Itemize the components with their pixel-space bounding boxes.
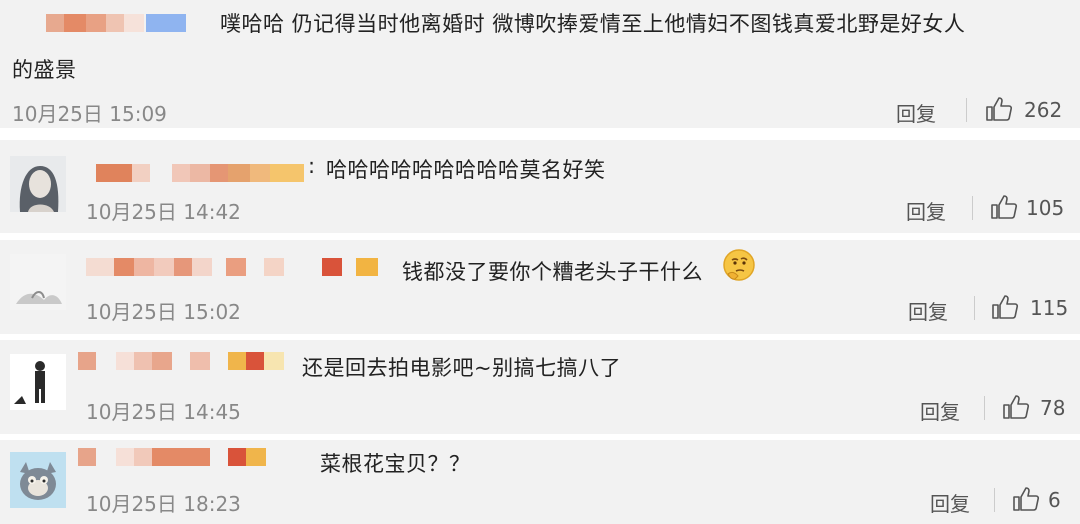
- comment-text: 噗哈哈 仍记得当时他离婚时 微博吹捧爱情至上他情妇不图钱真爱北野是好女人: [220, 12, 966, 36]
- reply-button[interactable]: 回复: [920, 396, 960, 425]
- reply-separator: :: [308, 154, 316, 178]
- reply-text: 哈哈哈哈哈哈哈哈哈莫名好笑: [326, 158, 606, 182]
- username-mosaic[interactable]: [78, 352, 288, 370]
- comment-timestamp: 10月25日 15:09: [12, 102, 167, 126]
- reply-card: 钱都没了要你个糟老头子干什么 10月25日 15:02 回复 115: [0, 240, 1080, 334]
- thumbs-up-icon[interactable]: [985, 96, 1013, 122]
- comment-card: 噗哈哈 仍记得当时他离婚时 微博吹捧爱情至上他情妇不图钱真爱北野是好女人 的盛景…: [0, 0, 1080, 128]
- reply-card: 菜根花宝贝？？ 10月25日 18:23 回复 6: [0, 440, 1080, 524]
- avatar[interactable]: [10, 354, 66, 410]
- divider: [984, 396, 985, 420]
- divider: [972, 196, 973, 220]
- avatar[interactable]: [10, 156, 66, 212]
- avatar[interactable]: [10, 254, 66, 310]
- username-mosaic[interactable]: [86, 258, 382, 276]
- reply-text: 还是回去拍电影吧~别搞七搞八了: [302, 356, 622, 380]
- username-mosaic[interactable]: [96, 164, 306, 182]
- divider: [994, 488, 995, 512]
- thumbs-up-icon[interactable]: [1002, 394, 1030, 420]
- reply-text: 钱都没了要你个糟老头子干什么: [402, 260, 703, 284]
- thumbs-up-icon[interactable]: [990, 194, 1018, 220]
- reply-card: : 哈哈哈哈哈哈哈哈哈莫名好笑 10月25日 14:42 回复 105: [0, 140, 1080, 233]
- reply-button[interactable]: 回复: [896, 98, 936, 127]
- reply-timestamp: 10月25日 15:02: [86, 300, 241, 324]
- reply-button[interactable]: 回复: [906, 196, 946, 225]
- reply-text: 菜根花宝贝？？: [320, 452, 471, 476]
- username-mosaic[interactable]: [78, 448, 288, 466]
- reply-card: 还是回去拍电影吧~别搞七搞八了 10月25日 14:45 回复 78: [0, 340, 1080, 434]
- like-count: 78: [1040, 396, 1066, 420]
- reply-timestamp: 10月25日 14:45: [86, 400, 241, 424]
- reply-button[interactable]: 回复: [908, 296, 948, 325]
- username-mosaic[interactable]: [46, 14, 186, 32]
- thumbs-up-icon[interactable]: [991, 294, 1019, 320]
- divider: [974, 296, 975, 320]
- reply-timestamp: 10月25日 18:23: [86, 492, 241, 516]
- thumbs-up-icon[interactable]: [1012, 486, 1040, 512]
- like-count: 105: [1026, 196, 1065, 220]
- avatar[interactable]: [10, 452, 66, 508]
- thinking-face-icon: [723, 249, 755, 281]
- like-count: 6: [1048, 488, 1061, 512]
- divider: [966, 98, 967, 122]
- reply-timestamp: 10月25日 14:42: [86, 200, 241, 224]
- like-count: 262: [1024, 98, 1063, 122]
- reply-button[interactable]: 回复: [930, 488, 970, 517]
- comment-text-continued: 的盛景: [12, 58, 77, 82]
- like-count: 115: [1030, 296, 1069, 320]
